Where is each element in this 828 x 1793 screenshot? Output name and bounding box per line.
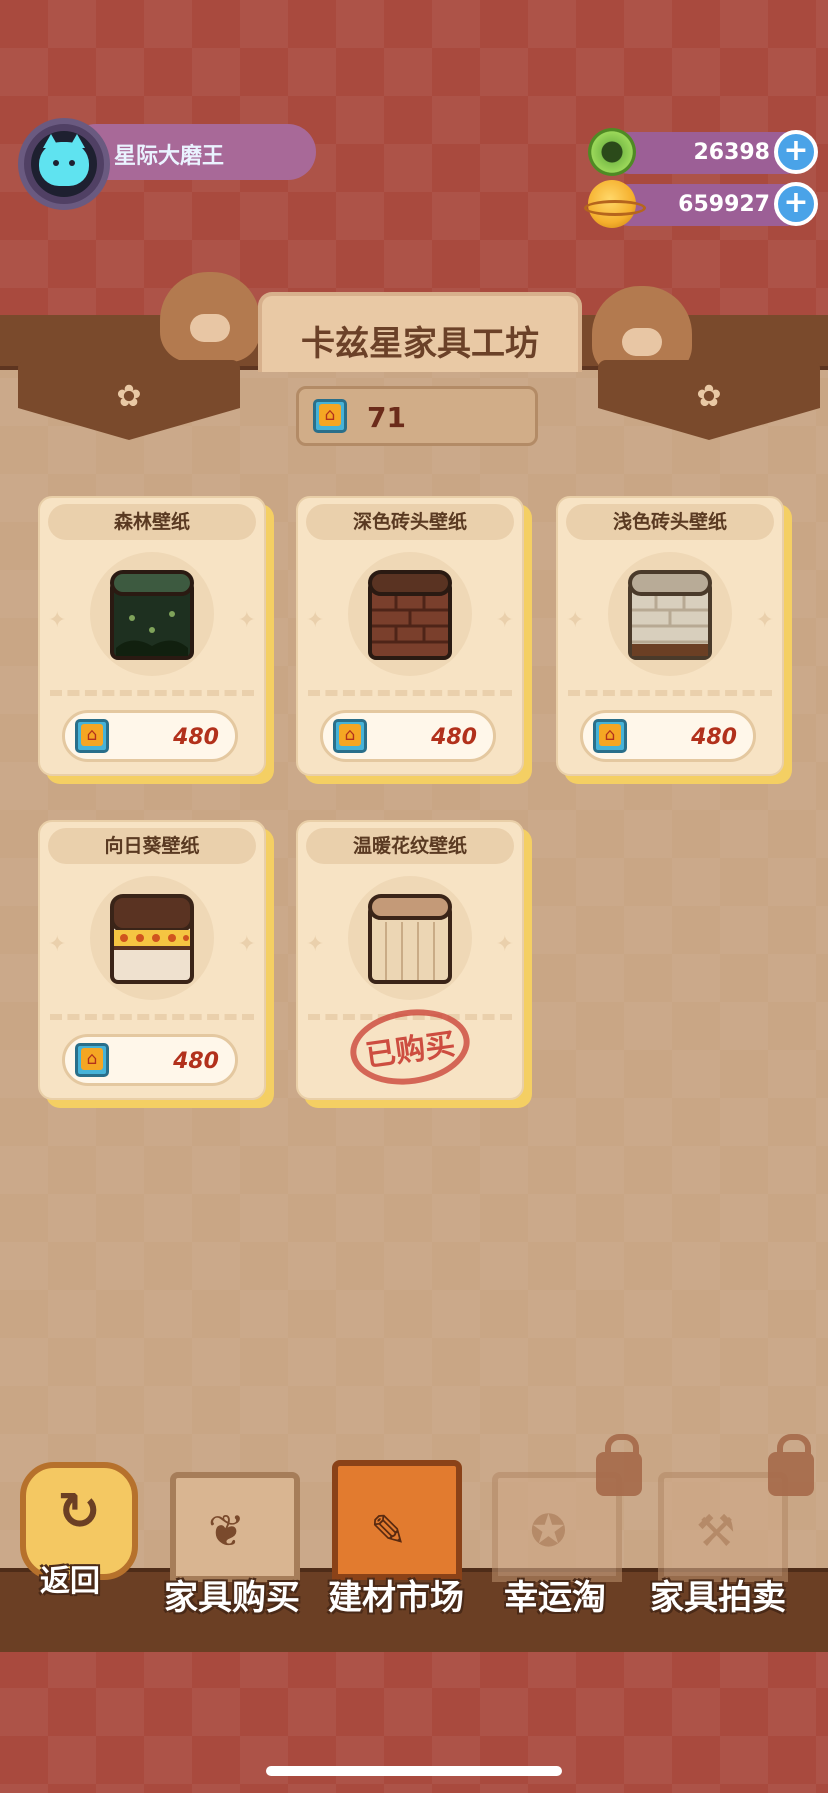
item-name: 温暖花纹壁纸 — [306, 828, 514, 864]
item-card[interactable]: 浅色砖头壁纸 ✦✦ 480 — [556, 496, 792, 784]
forest-wallpaper-icon — [110, 570, 194, 660]
tab-label: 家具拍卖 — [650, 1578, 786, 1618]
auction-hammer-icon: ⚒ — [696, 1506, 736, 1557]
shop-title: 卡兹星家具工坊 — [301, 324, 539, 364]
item-price: 480 — [431, 725, 477, 750]
price-button[interactable]: 480 — [580, 710, 756, 762]
star-badge-icon: ✪ — [530, 1506, 567, 1557]
add-gem-button[interactable]: + — [774, 130, 818, 174]
dark-brick-wallpaper-icon — [368, 570, 452, 660]
gem-icon — [588, 128, 636, 176]
item-name: 浅色砖头壁纸 — [566, 504, 774, 540]
purchased-stamp-text: 已购买 — [363, 1026, 458, 1075]
back-arrow-icon: ↻ — [57, 1482, 101, 1542]
shop-title-tab: 卡兹星家具工坊 — [258, 292, 582, 372]
item-price: 480 — [691, 725, 737, 750]
item-card[interactable]: 向日葵壁纸 ✦✦ 480 — [38, 820, 274, 1108]
ticket-icon — [75, 719, 109, 753]
add-coin-button[interactable]: + — [774, 182, 818, 226]
tab-label: 建材市场 — [328, 1578, 464, 1618]
tab-label: 家具购买 — [164, 1578, 300, 1618]
ticket-icon — [75, 1043, 109, 1077]
ticket-icon — [593, 719, 627, 753]
item-name: 向日葵壁纸 — [48, 828, 256, 864]
item-name: 深色砖头壁纸 — [306, 504, 514, 540]
item-price: 480 — [173, 1049, 219, 1074]
gem-amount: 26398 — [693, 140, 770, 165]
paint-brush-icon: ✎ — [370, 1506, 407, 1557]
plant-pot-icon: ❦ — [208, 1506, 245, 1557]
gem-currency: 26398 + — [588, 128, 818, 176]
coin-currency: 659927 + — [584, 180, 818, 228]
mascot-left-icon — [160, 272, 260, 362]
item-price: 480 — [173, 725, 219, 750]
price-button[interactable]: 480 — [62, 1034, 238, 1086]
player-profile[interactable]: 星际大磨王 — [18, 118, 316, 214]
light-brick-wallpaper-icon — [628, 570, 712, 660]
player-name: 星际大磨王 — [114, 144, 225, 169]
item-card[interactable]: 深色砖头壁纸 ✦✦ 480 — [296, 496, 532, 784]
sunflower-wallpaper-icon — [110, 894, 194, 984]
cat-avatar-icon[interactable] — [18, 118, 110, 210]
item-card[interactable]: 森林壁纸 ✦✦ 480 — [38, 496, 274, 784]
back-label: 返回 — [40, 1564, 100, 1599]
ticket-count: 71 — [367, 401, 406, 434]
price-button[interactable]: 480 — [320, 710, 496, 762]
tab-label: 幸运淘 — [504, 1578, 606, 1618]
ticket-counter: 71 — [296, 386, 538, 446]
planet-coin-icon — [584, 180, 646, 228]
item-name: 森林壁纸 — [48, 504, 256, 540]
item-card[interactable]: 温暖花纹壁纸 ✦ ✦ 已购买 — [296, 820, 532, 1108]
ticket-icon — [313, 399, 347, 433]
lock-icon — [596, 1434, 642, 1496]
home-indicator[interactable] — [266, 1766, 562, 1776]
warm-floral-wallpaper-icon — [368, 894, 452, 984]
lock-icon — [768, 1434, 814, 1496]
ticket-icon — [333, 719, 367, 753]
price-button[interactable]: 480 — [62, 710, 238, 762]
coin-amount: 659927 — [678, 192, 770, 217]
